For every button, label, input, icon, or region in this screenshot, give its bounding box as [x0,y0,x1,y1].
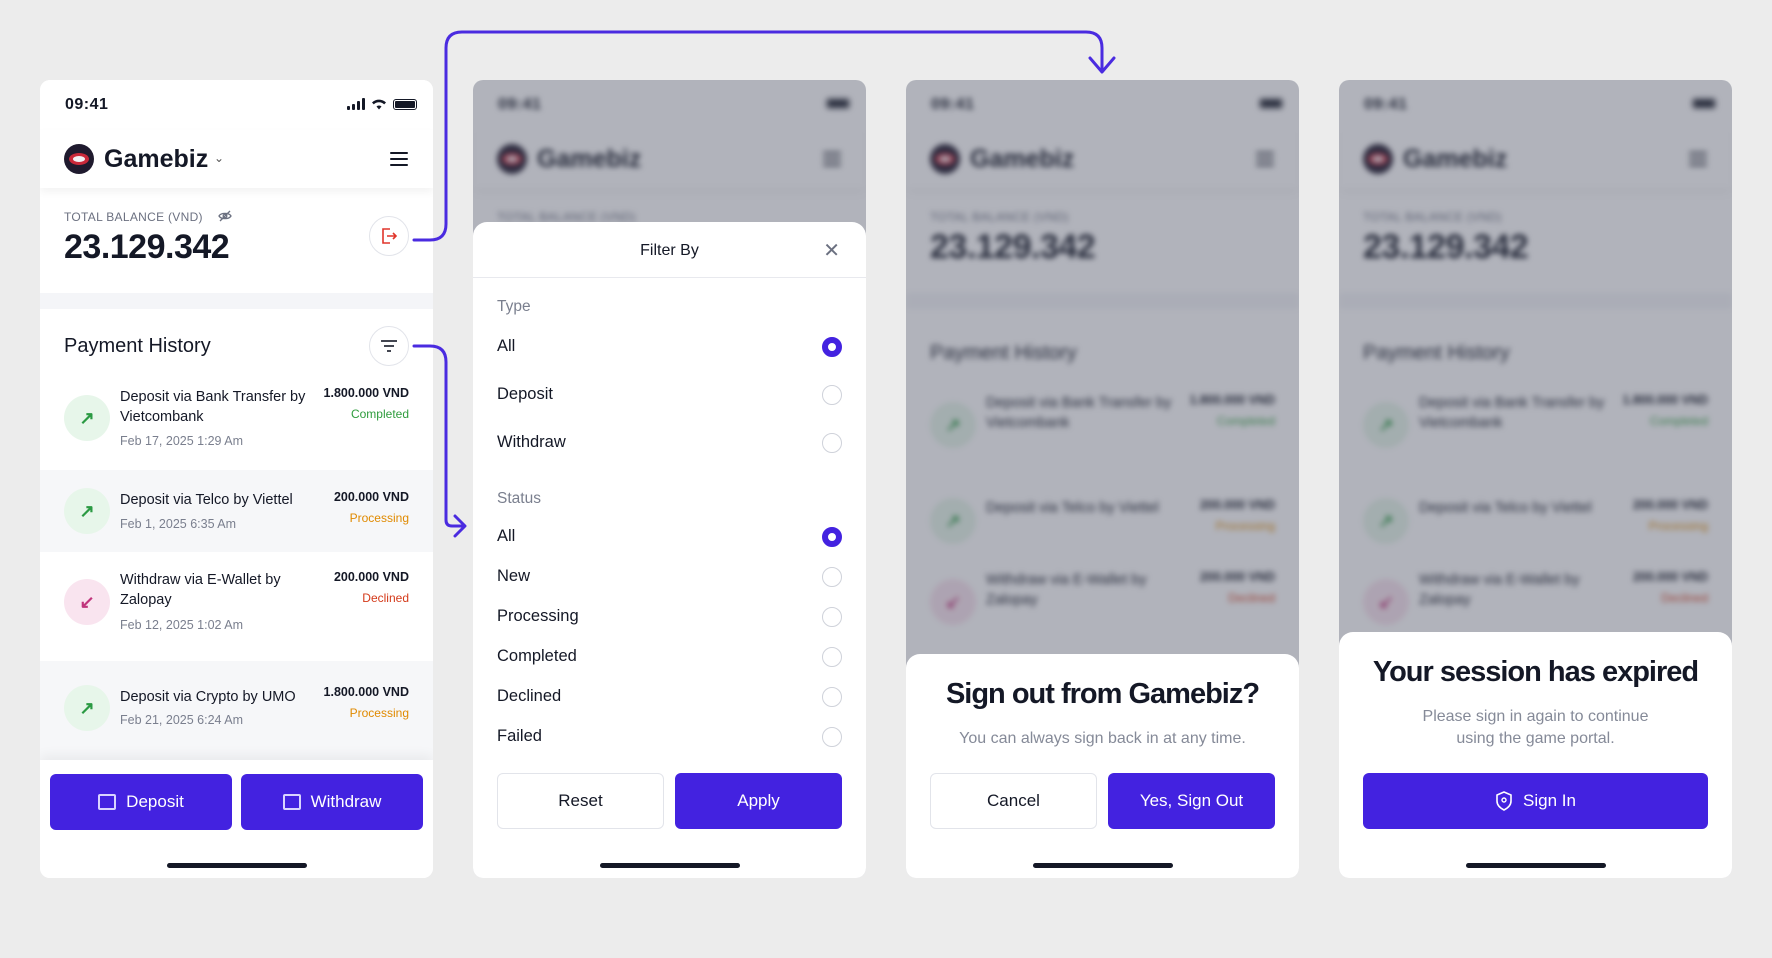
phone-session-expired-screen: 09:41 Gamebiz TOTAL BALANCE (VND) 23.129… [1339,80,1732,878]
cancel-button[interactable]: Cancel [930,773,1097,829]
action-bar: Deposit Withdraw [40,760,433,878]
signout-title: Sign out from Gamebiz? [945,678,1260,710]
phone-filter-screen: 09:41 Gamebiz TOTAL BALANCE (VND) Filter… [473,80,866,878]
shield-icon [1496,791,1512,811]
deposit-button[interactable]: Deposit [50,774,232,830]
phone-signout-screen: 09:41 Gamebiz TOTAL BALANCE (VND) 23.129… [906,80,1299,878]
status-option-processing[interactable]: Processing [497,607,579,626]
type-radio-withdraw[interactable] [822,433,842,453]
brand-logo [64,144,94,174]
balance-card: TOTAL BALANCE (VND) 23.129.342 [40,188,433,293]
sign-in-button[interactable]: Sign In [1363,773,1708,829]
tx-status: Processing [349,511,409,525]
tx-title: Deposit via Telco by Viettel [120,492,293,508]
status-option-all[interactable]: All [497,527,515,546]
status-radio-completed[interactable] [822,647,842,667]
arrow-up-right-icon: ↗ [64,488,110,534]
apply-button[interactable]: Apply [675,773,842,829]
filter-icon [381,340,397,352]
withdraw-icon [282,794,301,810]
tx-date: Feb 1, 2025 6:35 Am [120,517,237,531]
status-radio-new[interactable] [822,567,842,587]
signout-message: You can always sign back in at any time. [959,730,1246,747]
tx-amount: 200.000 VND [333,490,409,504]
eye-off-icon[interactable] [218,209,232,223]
home-indicator [166,863,307,868]
confirm-signout-button[interactable]: Yes, Sign Out [1108,773,1275,829]
balance-label: TOTAL BALANCE (VND) [64,210,203,224]
status-time: 09:41 [65,96,109,113]
chevron-down-icon[interactable]: ⌄ [214,151,224,165]
type-option-withdraw[interactable]: Withdraw [497,433,566,452]
tx-status: Declined [362,591,409,605]
transaction-row[interactable]: ↗ Deposit via Crypto by UMO Feb 21, 2025… [40,661,433,761]
session-expired-dialog: Your session has expired Please sign in … [1339,632,1732,878]
close-icon[interactable]: ✕ [823,238,840,263]
status-section-label: Status [497,490,541,507]
filter-button[interactable] [369,326,409,366]
divider [473,277,866,278]
tx-title: Deposit via Bank Transfer by Vietcombank [120,389,306,425]
logout-icon [382,228,398,244]
tx-status: Processing [349,706,409,720]
home-content: 09:41 Gamebiz ⌄ TOTAL BALANCE (VND) 23.1… [40,80,433,878]
signal-icon [347,98,365,110]
session-title: Your session has expired [1372,656,1699,688]
arrow-up-right-icon: ↗ [64,685,110,731]
tx-date: Feb 21, 2025 6:24 Am [120,713,244,727]
deposit-label: Deposit [126,792,184,811]
tx-amount: 1.800.000 VND [323,386,409,400]
withdraw-label: Withdraw [310,792,382,811]
tx-amount: 1.800.000 VND [323,685,409,699]
type-option-deposit[interactable]: Deposit [497,385,553,404]
filter-title: Filter By [640,242,699,259]
withdraw-button[interactable]: Withdraw [241,774,423,830]
type-radio-all[interactable] [822,337,842,357]
status-radio-failed[interactable] [822,727,842,747]
status-option-completed[interactable]: Completed [497,647,577,666]
type-option-all[interactable]: All [497,337,515,356]
wifi-icon [372,99,386,110]
status-bar: 09:41 [40,80,433,130]
status-icons [347,98,417,110]
home-indicator [599,863,740,868]
app-header: Gamebiz ⌄ [40,130,433,188]
status-radio-declined[interactable] [822,687,842,707]
status-option-new[interactable]: New [497,567,530,586]
signout-dialog: Sign out from Gamebiz? You can always si… [906,654,1299,878]
transaction-row[interactable]: ↗ Deposit via Telco by Viettel Feb 1, 20… [40,470,433,552]
transaction-row[interactable]: ↙ Withdraw via E-Wallet by Zalopay Feb 1… [40,552,433,652]
tx-date: Feb 12, 2025 1:02 Am [120,618,244,632]
tx-status: Completed [350,407,409,421]
status-radio-all[interactable] [822,527,842,547]
session-message: Please sign in again to continue using t… [1422,708,1649,747]
arrow-up-right-icon: ↗ [64,395,110,441]
sign-in-label: Sign In [1523,791,1576,810]
balance-value: 23.129.342 [64,228,230,266]
tx-title: Withdraw via E-Wallet by Zalopay [120,572,281,608]
filter-sheet: Filter By ✕ Type All Deposit Withdraw St… [473,222,866,878]
tx-date: Feb 17, 2025 1:29 Am [120,434,244,448]
section-divider [40,293,433,309]
home-indicator [1465,863,1606,868]
history-title: Payment History [64,335,211,357]
status-option-declined[interactable]: Declined [497,687,561,706]
brand-name[interactable]: Gamebiz [104,145,208,174]
home-indicator [1032,863,1173,868]
transaction-row[interactable]: ↗ Deposit via Bank Transfer by Vietcomba… [40,377,433,459]
tx-title: Deposit via Crypto by UMO [120,689,296,705]
logout-button[interactable] [369,216,409,256]
type-section-label: Type [497,298,531,315]
tx-amount: 200.000 VND [333,570,409,584]
battery-icon [393,98,417,110]
arrow-down-left-icon: ↙ [64,579,110,625]
status-option-failed[interactable]: Failed [497,727,542,746]
menu-icon[interactable] [390,152,408,166]
reset-button[interactable]: Reset [497,773,664,829]
status-radio-processing[interactable] [822,607,842,627]
deposit-icon [98,794,117,810]
type-radio-deposit[interactable] [822,385,842,405]
phone-home-screen: 09:41 Gamebiz ⌄ TOTAL BALANCE (VND) 23.1… [40,80,433,878]
